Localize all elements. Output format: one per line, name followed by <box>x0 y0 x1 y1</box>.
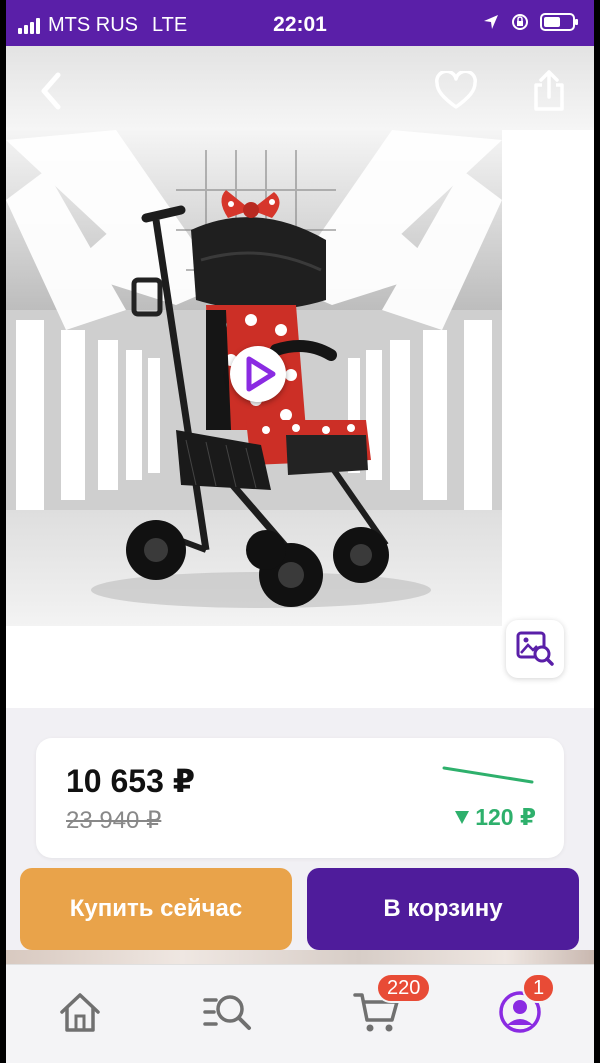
arrow-down-icon <box>455 811 470 824</box>
play-video-button[interactable] <box>230 346 286 402</box>
app-screen: MTS RUS LTE 22:01 10 653 ₽ 23 940 ₽ 120 … <box>6 0 594 1063</box>
add-to-cart-button[interactable]: В корзину <box>307 868 579 950</box>
price-trend-icon <box>442 766 534 784</box>
status-bar: MTS RUS LTE 22:01 <box>6 0 594 46</box>
cart-badge: 220 <box>376 973 432 1003</box>
share-button[interactable] <box>524 66 574 116</box>
heart-icon <box>435 71 477 109</box>
hero-header <box>6 46 594 130</box>
price-card: 10 653 ₽ 23 940 ₽ 120 ₽ <box>36 738 564 858</box>
product-photo[interactable] <box>6 130 502 626</box>
home-icon <box>60 993 100 1032</box>
chevron-left-icon <box>41 72 61 110</box>
battery-icon <box>540 13 578 31</box>
share-icon <box>534 70 564 111</box>
play-icon <box>246 356 276 392</box>
old-price: 23 940 ₽ <box>66 807 162 834</box>
favorite-button[interactable] <box>431 66 481 116</box>
tab-home[interactable] <box>52 987 108 1037</box>
back-button[interactable] <box>26 66 76 116</box>
location-arrow-icon <box>484 15 498 29</box>
catalog-search-icon <box>203 995 251 1030</box>
image-search-button[interactable] <box>506 620 564 678</box>
tab-catalog[interactable] <box>200 987 256 1037</box>
status-right <box>482 12 580 32</box>
tab-bar: 220 1 <box>6 964 594 1063</box>
current-price: 10 653 ₽ <box>66 763 196 799</box>
tab-cart[interactable]: 220 <box>348 973 432 1037</box>
tab-profile[interactable]: 1 <box>492 973 556 1037</box>
buy-now-button[interactable]: Купить сейчас <box>20 868 292 950</box>
price-drop-value: 120 ₽ <box>475 804 536 830</box>
image-search-icon <box>516 631 554 666</box>
profile-badge: 1 <box>522 973 556 1003</box>
orientation-lock-icon <box>512 14 528 30</box>
price-drop: 120 ₽ <box>455 804 536 831</box>
product-hero <box>6 46 594 708</box>
